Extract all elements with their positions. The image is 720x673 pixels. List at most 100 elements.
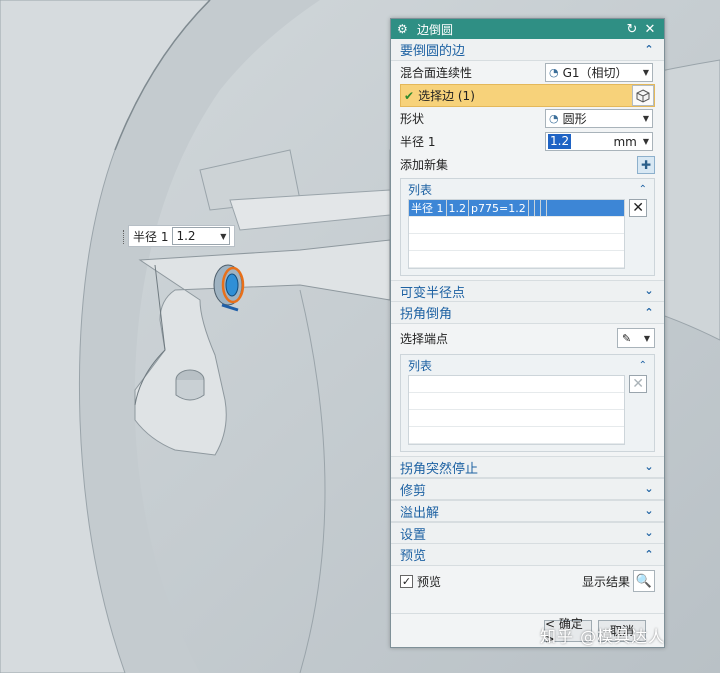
edges-table: 半径 1 1.2 p775=1.2 — [408, 199, 626, 269]
preview-checkbox-label: 预览 — [417, 574, 442, 589]
radius-unit: mm — [613, 134, 637, 149]
dialog-title: 边倒圆 — [417, 22, 454, 37]
section-corner-stop-title: 拐角突然停止 — [400, 461, 479, 477]
chevron-up-icon[interactable]: ⌃ — [643, 306, 655, 319]
table-row-empty — [409, 251, 625, 268]
section-trim: 修剪 ⌄ — [391, 478, 664, 500]
section-variable-radius-header[interactable]: 可变半径点 ⌄ — [391, 280, 664, 302]
edges-list-header[interactable]: 列表 ⌃ — [401, 179, 654, 199]
section-overflow-title: 溢出解 — [400, 505, 440, 521]
radius-label: 半径 1 — [400, 135, 436, 149]
table-row-empty — [409, 376, 625, 393]
delete-icon[interactable]: ✕ — [629, 199, 647, 217]
section-corner-setback-header[interactable]: 拐角倒角 ⌃ — [391, 302, 664, 324]
table-cell-name: 半径 1 — [409, 200, 447, 216]
chevron-down-icon: ▼ — [643, 333, 650, 343]
continuity-label: 混合面连续性 — [400, 66, 473, 80]
section-corner-stop-header[interactable]: 拐角突然停止 ⌄ — [391, 456, 664, 478]
setback-table — [408, 375, 626, 445]
radius-input[interactable]: 1.2 mm ▼ — [545, 132, 653, 151]
add-set-label: 添加新集 — [400, 158, 449, 172]
shape-label: 形状 — [400, 112, 425, 126]
continuity-value: G1（相切） — [562, 66, 628, 80]
section-overflow: 溢出解 ⌄ — [391, 500, 664, 522]
chevron-up-icon[interactable]: ⌃ — [643, 548, 655, 561]
add-set-row: 添加新集 ✚ — [391, 153, 664, 176]
radius-value: 1.2 — [548, 134, 572, 149]
select-endpoint-label: 选择端点 — [400, 331, 449, 346]
continuity-row: 混合面连续性 ◔ G1（相切） ▼ — [391, 61, 664, 84]
section-settings-title: 设置 — [400, 527, 427, 543]
table-row-empty — [409, 393, 625, 410]
edge-blend-dialog: ⚙ 边倒圆 ↻ ✕ 要倒圆的边 ⌃ 混合面连续性 ◔ G1（相切） ▼ ✔ 选择… — [390, 18, 665, 648]
table-row-empty — [409, 217, 625, 234]
endpoint-picker[interactable]: ✎ ▼ — [617, 328, 655, 348]
table-cell-expr: p775=1.2 — [469, 200, 529, 216]
shape-value: 圆形 — [562, 112, 587, 126]
section-edges-header[interactable]: 要倒圆的边 ⌃ — [391, 39, 664, 61]
magnifier-icon[interactable]: 🔍 — [633, 570, 655, 592]
table-cell-value: 1.2 — [447, 200, 469, 216]
table-row-empty — [409, 234, 625, 251]
section-settings: 设置 ⌄ — [391, 522, 664, 544]
show-result-label: 显示结果 — [581, 574, 630, 589]
section-variable-radius-title: 可变半径点 — [400, 285, 466, 301]
shape-select[interactable]: ◔ 圆形 ▼ — [545, 109, 653, 128]
delete-icon: ✕ — [629, 375, 647, 393]
select-edge-label: 选择边 (1) — [418, 89, 475, 103]
chevron-down-icon[interactable]: ▼ — [643, 137, 652, 146]
chevron-down-icon[interactable]: ⌄ — [643, 461, 655, 473]
chevron-up-icon[interactable]: ⌃ — [639, 184, 647, 195]
chevron-down-icon[interactable]: ⌄ — [643, 527, 655, 539]
drag-handle[interactable] — [123, 230, 126, 244]
edge-selection-cube-icon[interactable] — [632, 85, 654, 106]
add-set-icon[interactable]: ✚ — [637, 155, 655, 174]
checkmark-icon: ✔ — [404, 88, 415, 103]
radius-onscreen-input[interactable]: 1.2 ▼ — [172, 227, 231, 245]
watermark: 知乎 @模具达人 — [540, 627, 666, 646]
close-icon[interactable]: ✕ — [642, 22, 658, 37]
chevron-down-icon: ▼ — [642, 114, 649, 123]
chevron-up-icon[interactable]: ⌃ — [643, 43, 655, 56]
radius-onscreen-value: 1.2 — [176, 229, 196, 243]
chevron-down-icon[interactable]: ⌄ — [643, 285, 655, 297]
preview-checkbox[interactable]: ✓ — [400, 574, 413, 588]
edges-list-panel: 列表 ⌃ 半径 1 1.2 p775=1.2 ✕ — [400, 178, 655, 276]
section-corner-setback-title: 拐角倒角 — [400, 307, 453, 322]
shape-row: 形状 ◔ 圆形 ▼ — [391, 107, 664, 130]
radius-onscreen-label: 半径 1 — [133, 229, 169, 244]
section-preview: 预览 ⌃ ✓ 预览 显示结果 🔍 — [391, 544, 664, 596]
section-variable-radius: 可变半径点 ⌄ — [391, 280, 664, 302]
select-edge-row[interactable]: ✔ 选择边 (1) — [400, 84, 655, 107]
setback-list-title: 列表 — [408, 358, 433, 373]
reset-icon[interactable]: ↻ — [624, 22, 640, 37]
chevron-down-icon[interactable]: ⌄ — [643, 505, 655, 517]
circular-shape-icon: ◔ — [549, 112, 559, 125]
section-corner-stop: 拐角突然停止 ⌄ — [391, 456, 664, 478]
chevron-down-icon: ▼ — [642, 68, 649, 77]
section-corner-setback: 拐角倒角 ⌃ 选择端点 ✎ ▼ 列表 ⌃ ✕ — [391, 302, 664, 452]
chevron-up-icon[interactable]: ⌃ — [639, 360, 647, 371]
gear-icon: ⚙ — [397, 22, 408, 36]
table-row-empty — [409, 427, 625, 444]
setback-list-header[interactable]: 列表 ⌃ — [401, 355, 654, 375]
edges-list-title: 列表 — [408, 182, 433, 197]
section-edges-title: 要倒圆的边 — [400, 44, 466, 59]
magic-wand-icon: ✎ — [622, 331, 632, 345]
chevron-down-icon[interactable]: ⌄ — [643, 483, 655, 495]
section-trim-title: 修剪 — [400, 483, 427, 499]
radius-onscreen-field[interactable]: 半径 1 1.2 ▼ — [123, 225, 236, 247]
chevron-down-icon[interactable]: ▼ — [220, 232, 226, 241]
dialog-titlebar[interactable]: ⚙ 边倒圆 ↻ ✕ — [391, 19, 664, 39]
table-row[interactable]: 半径 1 1.2 p775=1.2 — [409, 200, 625, 217]
section-overflow-header[interactable]: 溢出解 ⌄ — [391, 500, 664, 522]
select-endpoint-row: 选择端点 ✎ ▼ — [391, 324, 664, 352]
radius-row: 半径 1 1.2 mm ▼ — [391, 130, 664, 153]
section-settings-header[interactable]: 设置 ⌄ — [391, 522, 664, 544]
section-trim-header[interactable]: 修剪 ⌄ — [391, 478, 664, 500]
section-preview-header[interactable]: 预览 ⌃ — [391, 544, 664, 566]
tangent-icon: ◔ — [549, 66, 559, 79]
table-row-empty — [409, 410, 625, 427]
section-preview-title: 预览 — [400, 549, 427, 564]
continuity-select[interactable]: ◔ G1（相切） ▼ — [545, 63, 653, 82]
